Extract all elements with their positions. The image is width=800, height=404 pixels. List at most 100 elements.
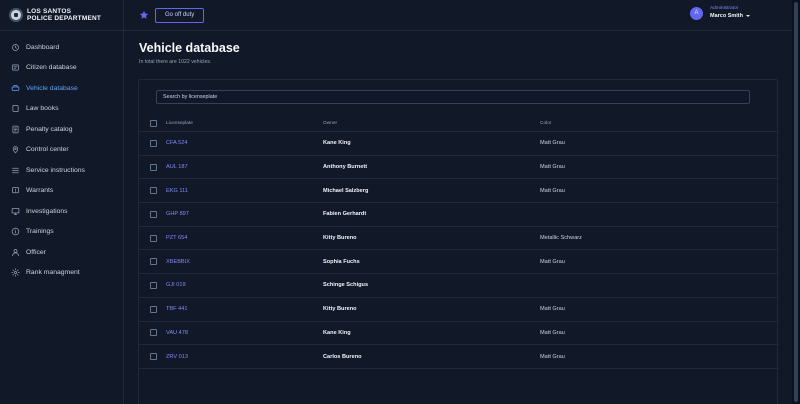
owner-name: Schinge Schigus: [323, 282, 369, 289]
table-row[interactable]: GHP 897 Fabien Gerhardt: [139, 203, 779, 227]
table-row[interactable]: GJI 019 Schinge Schigus: [139, 274, 779, 298]
owner-name: Sophia Fuchs: [323, 258, 360, 265]
sidebar-item-label: Investigations: [26, 207, 68, 215]
row-checkbox[interactable]: [150, 163, 157, 171]
monitor-icon: [11, 207, 20, 216]
search-input[interactable]: [156, 90, 750, 104]
police-badge-icon: [9, 8, 23, 22]
row-checkbox[interactable]: [150, 234, 157, 242]
select-all-checkbox[interactable]: [150, 120, 157, 127]
vehicle-color: Matt Grau: [540, 164, 565, 171]
brand-line-2: POLICE DEPARTMENT: [27, 15, 102, 22]
sidebar-item-dashboard[interactable]: Dashboard: [0, 37, 123, 58]
page-subtitle: In total there are 1022 vehicles.: [139, 59, 212, 65]
licenseplate-link[interactable]: XBEBBIX: [166, 259, 190, 265]
sidebar-item-service-instructions[interactable]: Service instructions: [0, 160, 123, 181]
table-row[interactable]: XBEBBIX Sophia Fuchs Matt Grau: [139, 250, 779, 275]
user-menu[interactable]: A Administrator Marco Smith: [689, 6, 750, 20]
brand-name: LOS SANTOS POLICE DEPARTMENT: [27, 8, 101, 22]
row-checkbox[interactable]: [150, 258, 157, 266]
row-checkbox[interactable]: [150, 329, 157, 337]
row-checkbox[interactable]: [150, 139, 157, 147]
sidebar-item-warrants[interactable]: Warrants: [0, 181, 123, 202]
sidebar-item-label: Law books: [26, 105, 59, 113]
page-scrollbar[interactable]: [792, 0, 800, 404]
table-row[interactable]: AUL 187 Anthony Burnett Matt Grau: [139, 156, 779, 180]
table-row[interactable]: ZRV 013 Carlos Bureno Matt Grau: [139, 345, 779, 369]
row-checkbox[interactable]: [150, 210, 157, 218]
licenseplate-link[interactable]: ZRV 013: [166, 354, 188, 360]
sidebar-item-trainings[interactable]: Trainings: [0, 222, 123, 243]
licenseplate-link[interactable]: EKG 111: [166, 188, 188, 194]
row-checkbox[interactable]: [150, 187, 157, 195]
licenseplate-link[interactable]: GJI 019: [166, 282, 186, 288]
licenseplate-link[interactable]: TBF 441: [166, 306, 187, 312]
brand-line-1: LOS SANTOS: [27, 8, 72, 15]
sidebar-item-label: Service instructions: [26, 166, 85, 174]
gear-icon: [11, 268, 20, 277]
owner-name: Kitty Bureno: [323, 306, 357, 313]
owner-name: Fabien Gerhardt: [323, 211, 367, 218]
vehicle-color: Matt Grau: [540, 306, 565, 313]
user-name-text: Marco Smith: [709, 13, 743, 19]
row-checkbox[interactable]: [150, 353, 157, 361]
header-color[interactable]: Color: [540, 121, 551, 126]
vehicle-color: Matt Grau: [540, 187, 565, 194]
sidebar-item-investigations[interactable]: Investigations: [0, 201, 123, 222]
licenseplate-link[interactable]: VAU 478: [166, 330, 188, 336]
licenseplate-link[interactable]: CFA 524: [166, 140, 187, 146]
owner-name: Kane King: [323, 329, 351, 336]
sidebar-item-rank-managment[interactable]: Rank managment: [0, 263, 123, 284]
vehicle-color: Metallic Schwarz: [540, 235, 582, 242]
main-content: Vehicle database In total there are 1022…: [124, 31, 800, 404]
table-row[interactable]: VAU 478 Kane King Matt Grau: [139, 322, 779, 346]
row-checkbox[interactable]: [150, 281, 157, 289]
vehicle-color: Matt Grau: [540, 140, 565, 147]
row-checkbox[interactable]: [150, 305, 157, 313]
sidebar-item-label: Citizen database: [26, 64, 77, 72]
sidebar: LOS SANTOS POLICE DEPARTMENT Dashboard Ci…: [0, 0, 124, 404]
sidebar-item-officer[interactable]: Officer: [0, 242, 123, 263]
sidebar-item-label: Warrants: [26, 187, 54, 195]
sidebar-item-label: Trainings: [26, 228, 54, 236]
table-row[interactable]: EKG 111 Michael Salzberg Matt Grau: [139, 179, 779, 204]
dashboard-icon: [11, 43, 20, 52]
user-info: Administrator Marco Smith: [710, 6, 750, 20]
sidebar-item-vehicle-database[interactable]: Vehicle database: [0, 78, 123, 99]
brand-logo[interactable]: LOS SANTOS POLICE DEPARTMENT: [0, 0, 123, 31]
vehicle-table: Licenseplate Owner Color CFA 524 Kane Kin…: [139, 116, 779, 369]
citizen-icon: [11, 63, 20, 72]
scrollbar-thumb[interactable]: [794, 2, 798, 402]
user-icon: [11, 248, 20, 257]
star-icon[interactable]: [139, 10, 149, 20]
sidebar-item-label: Dashboard: [26, 43, 60, 51]
page-title: Vehicle database: [139, 41, 240, 55]
vehicle-color: Matt Grau: [540, 258, 565, 265]
info-icon: [11, 227, 20, 236]
licenseplate-link[interactable]: AUL 187: [166, 164, 188, 170]
owner-name: Kane King: [323, 140, 351, 147]
go-off-duty-button[interactable]: Go off duty: [155, 7, 205, 23]
table-row[interactable]: TBF 441 Kitty Bureno Matt Grau: [139, 298, 779, 322]
sidebar-item-label: Vehicle database: [26, 84, 78, 92]
sidebar-nav: Dashboard Citizen database Vehicle databas…: [0, 31, 123, 283]
owner-name: Anthony Burnett: [323, 164, 368, 171]
sidebar-item-penalty-catalog[interactable]: Penalty catalog: [0, 119, 123, 140]
header-owner[interactable]: Owner: [323, 121, 337, 126]
sidebar-item-citizen-database[interactable]: Citizen database: [0, 58, 123, 79]
warrant-icon: [11, 186, 20, 195]
catalog-icon: [11, 125, 20, 134]
sidebar-item-label: Rank managment: [26, 269, 80, 277]
table-row[interactable]: PZT 654 Kitty Bureno Metallic Schwarz: [139, 227, 779, 251]
header-licenseplate[interactable]: Licenseplate: [166, 121, 193, 126]
avatar: A: [689, 6, 703, 20]
licenseplate-link[interactable]: PZT 654: [166, 235, 187, 241]
user-name: Marco Smith: [710, 12, 750, 20]
sidebar-item-law-books[interactable]: Law books: [0, 99, 123, 120]
licenseplate-link[interactable]: GHP 897: [166, 211, 189, 217]
book-icon: [11, 104, 20, 113]
table-row[interactable]: CFA 524 Kane King Matt Grau: [139, 132, 779, 156]
list-icon: [11, 166, 20, 175]
sidebar-item-control-center[interactable]: Control center: [0, 140, 123, 161]
location-icon: [11, 145, 20, 154]
